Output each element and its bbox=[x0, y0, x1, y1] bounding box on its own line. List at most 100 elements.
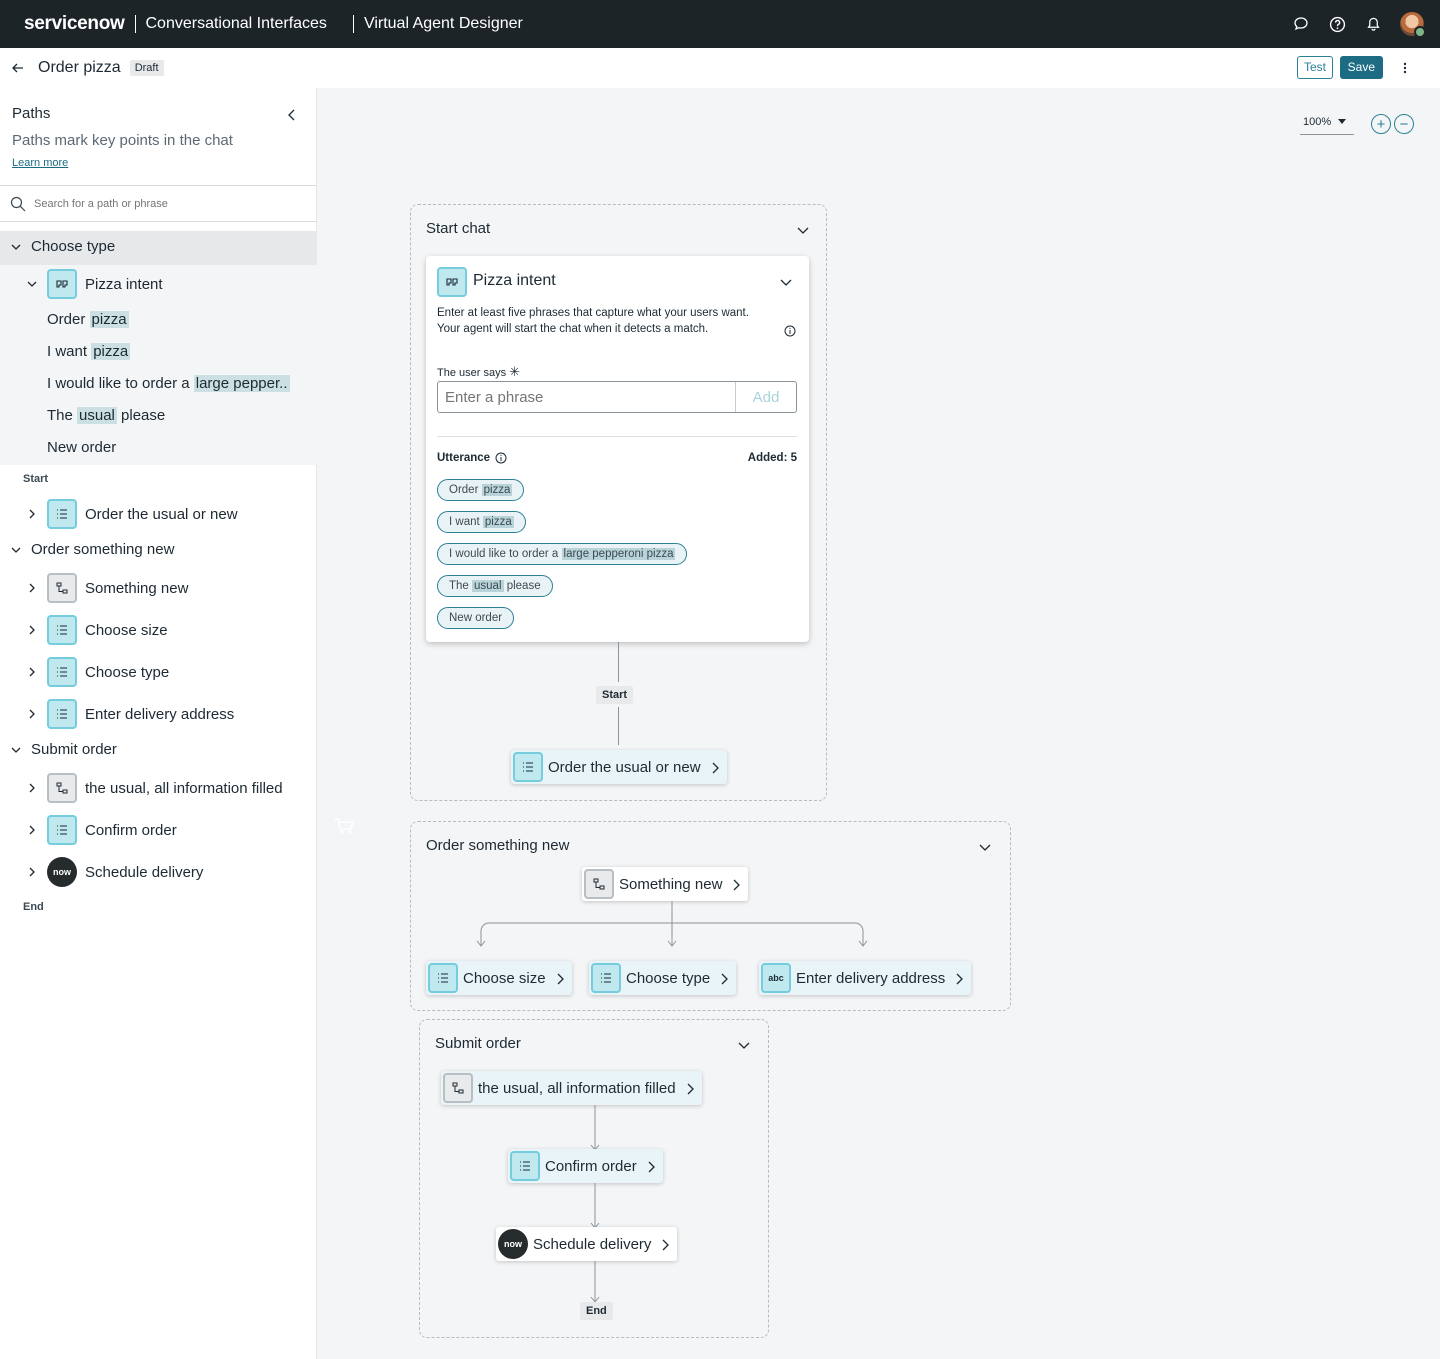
zoom-in-button[interactable]: + bbox=[1371, 114, 1391, 134]
node-label: Choose size bbox=[463, 969, 546, 987]
start-chat-group[interactable]: Start chat Pizza intent Enter at least f… bbox=[410, 204, 827, 801]
chevron-down-icon[interactable] bbox=[978, 840, 992, 854]
order-something-new-group[interactable]: Order something new Something new Choose… bbox=[410, 821, 1011, 1011]
chevron-right-icon[interactable] bbox=[25, 781, 39, 795]
now-logo-icon: now bbox=[498, 1229, 528, 1259]
chevron-right-icon[interactable] bbox=[25, 823, 39, 837]
app-name[interactable]: Conversational Interfaces bbox=[146, 15, 327, 33]
info-icon[interactable] bbox=[784, 324, 796, 342]
sidebar-item-confirm-order[interactable]: Confirm order bbox=[0, 815, 317, 845]
sidebar-item-pizza-intent[interactable]: Pizza intent bbox=[0, 269, 317, 299]
more-options-icon[interactable] bbox=[1403, 60, 1407, 76]
branch-icon bbox=[47, 573, 77, 603]
chevron-down-icon[interactable] bbox=[9, 240, 23, 254]
flow-canvas[interactable]: 100% + − Start chat Pizza intent Enter a… bbox=[318, 88, 1440, 1359]
node-order-usual[interactable]: Order the usual or new bbox=[511, 750, 727, 784]
node-schedule-delivery[interactable]: now Schedule delivery bbox=[496, 1227, 678, 1261]
phrase-item[interactable]: The usual please bbox=[47, 407, 317, 424]
chevron-right-icon[interactable] bbox=[25, 707, 39, 721]
phrase-item[interactable]: Order pizza bbox=[47, 311, 317, 328]
node-label: Schedule delivery bbox=[533, 1235, 652, 1253]
phrase-input[interactable] bbox=[438, 382, 735, 412]
search-input[interactable] bbox=[34, 197, 294, 210]
sidebar-item-choose-size[interactable]: Choose size bbox=[0, 615, 317, 645]
chevron-right-icon[interactable] bbox=[25, 623, 39, 637]
learn-more-link[interactable]: Learn more bbox=[12, 157, 68, 169]
connector-line bbox=[618, 707, 619, 745]
node-label: Confirm order bbox=[545, 1157, 637, 1175]
sidebar-item-submit-group[interactable]: Submit order bbox=[0, 741, 317, 758]
node-something-new[interactable]: Something new bbox=[582, 867, 749, 901]
chevron-right-icon[interactable] bbox=[720, 972, 729, 985]
phrase-item[interactable]: I want pizza bbox=[47, 343, 317, 360]
sidebar-item-choose-type-group[interactable]: Choose type bbox=[0, 238, 317, 255]
phrase-item[interactable]: I would like to order a large pepper.. bbox=[47, 375, 317, 392]
pizza-intent-card[interactable]: Pizza intent Enter at least five phrases… bbox=[426, 256, 809, 642]
utterance-pill[interactable]: The usual please bbox=[437, 575, 553, 597]
bell-icon[interactable] bbox=[1364, 15, 1382, 33]
collapse-sidebar-icon[interactable] bbox=[286, 108, 298, 122]
required-asterisk-icon: ✳ bbox=[509, 364, 521, 379]
chevron-down-icon[interactable] bbox=[9, 743, 23, 757]
sidebar-item-delivery-address[interactable]: Enter delivery address bbox=[0, 699, 317, 729]
start-tag: Start bbox=[596, 686, 634, 704]
help-icon[interactable] bbox=[1328, 15, 1346, 33]
info-icon[interactable] bbox=[495, 452, 507, 464]
servicenow-logo[interactable]: servicenow bbox=[24, 13, 125, 35]
phrase-item[interactable]: New order bbox=[47, 439, 317, 456]
list-icon bbox=[47, 699, 77, 729]
phrase-highlight: pizza bbox=[91, 343, 131, 360]
sidebar-item-order-new-group[interactable]: Order something new bbox=[0, 541, 317, 558]
sidebar-item-order-usual[interactable]: Order the usual or new bbox=[0, 499, 317, 529]
node-choose-size[interactable]: Choose size bbox=[426, 961, 572, 995]
node-delivery-address[interactable]: abc Enter delivery address bbox=[759, 961, 972, 995]
chevron-right-icon[interactable] bbox=[556, 972, 564, 985]
sidebar-item-something-new[interactable]: Something new bbox=[0, 573, 317, 603]
list-icon bbox=[47, 499, 77, 529]
chevron-right-icon[interactable] bbox=[25, 507, 39, 521]
chat-icon[interactable] bbox=[1292, 15, 1310, 33]
utterance-pill[interactable]: Order pizza bbox=[437, 479, 525, 501]
chevron-right-icon[interactable] bbox=[732, 878, 741, 891]
add-phrase-button[interactable]: Add bbox=[735, 382, 796, 412]
zoom-select[interactable]: 100% bbox=[1300, 113, 1354, 135]
chevron-down-icon[interactable] bbox=[779, 275, 793, 294]
phrase-text: Order bbox=[47, 311, 90, 328]
sidebar-item-choose-type[interactable]: Choose type bbox=[0, 657, 317, 687]
test-button[interactable]: Test bbox=[1296, 56, 1333, 79]
module-name[interactable]: Virtual Agent Designer bbox=[364, 15, 523, 33]
page-header: Order pizza Draft Test Save bbox=[0, 48, 1440, 88]
sidebar-item-schedule-delivery[interactable]: now Schedule delivery bbox=[0, 857, 317, 887]
chevron-down-icon[interactable] bbox=[796, 223, 810, 237]
path-search[interactable] bbox=[0, 185, 317, 222]
utterance-pill[interactable]: New order bbox=[437, 607, 515, 629]
chevron-right-icon[interactable] bbox=[686, 1082, 694, 1095]
chevron-down-icon[interactable] bbox=[737, 1038, 751, 1052]
back-arrow-icon[interactable] bbox=[10, 60, 26, 76]
chevron-right-icon[interactable] bbox=[25, 581, 39, 595]
chevron-right-icon[interactable] bbox=[647, 1160, 655, 1173]
node-choose-type[interactable]: Choose type bbox=[589, 961, 737, 995]
chevron-down-icon[interactable] bbox=[9, 543, 23, 557]
intent-quote-icon bbox=[437, 267, 467, 297]
submit-order-group[interactable]: Submit order the usual, all information … bbox=[419, 1019, 769, 1338]
chevron-right-icon[interactable] bbox=[955, 972, 964, 985]
utterance-pill[interactable]: I want pizza bbox=[437, 511, 526, 533]
zoom-out-button[interactable]: − bbox=[1394, 114, 1414, 134]
chevron-right-icon[interactable] bbox=[661, 1238, 670, 1251]
utterance-pill[interactable]: I would like to order a large pepperoni … bbox=[437, 543, 688, 565]
chevron-right-icon[interactable] bbox=[25, 865, 39, 879]
utterance-heading: Utterance bbox=[437, 452, 507, 464]
utterance-text: I would like to order a bbox=[449, 548, 562, 560]
chevron-right-icon[interactable] bbox=[25, 665, 39, 679]
chevron-down-icon[interactable] bbox=[25, 277, 39, 291]
node-confirm-order[interactable]: Confirm order bbox=[508, 1149, 663, 1183]
avatar[interactable] bbox=[1400, 12, 1426, 38]
sidebar-item-usual-filled[interactable]: the usual, all information filled bbox=[0, 773, 317, 803]
utterance-highlight: large pepperoni pizza bbox=[561, 548, 676, 560]
save-button[interactable]: Save bbox=[1339, 56, 1383, 79]
divider bbox=[352, 15, 354, 33]
chevron-right-icon[interactable] bbox=[711, 761, 719, 774]
node-usual-filled[interactable]: the usual, all information filled bbox=[441, 1071, 702, 1105]
zoom-value: 100% bbox=[1303, 116, 1332, 128]
